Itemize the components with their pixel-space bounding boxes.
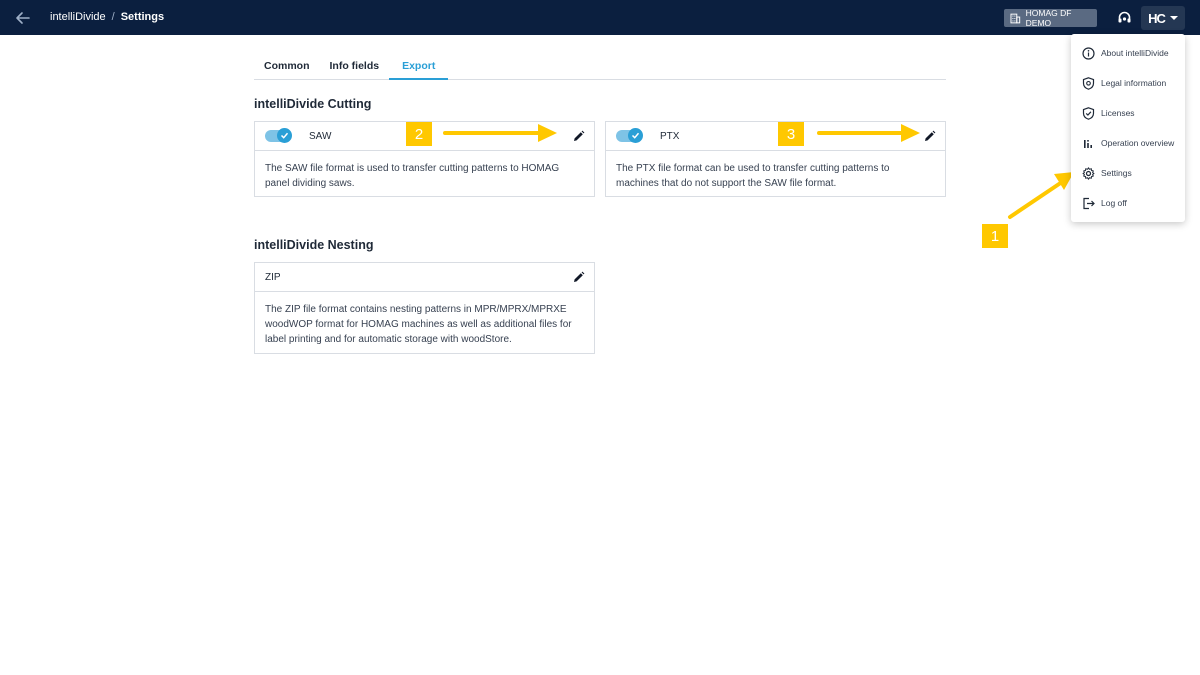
menu-item-label: Operation overview [1101,138,1175,148]
bar-chart-icon [1084,139,1092,148]
arrow-to-settings-menu [1008,172,1074,219]
menu-item-label: Settings [1101,168,1132,178]
arrow-to-saw-edit [443,124,557,142]
menu-item-log-off[interactable]: Log off [1071,188,1185,218]
menu-item-label: About intelliDivide [1101,48,1169,58]
menu-item-licenses[interactable]: Licenses [1071,98,1185,128]
menu-item-label: Legal information [1101,78,1167,88]
menu-item-label: Licenses [1101,108,1135,118]
annotation-arrows [443,124,1074,219]
menu-item-label: Log off [1101,198,1127,208]
arrow-to-ptx-edit [817,124,920,142]
menu-item-legal[interactable]: Legal information [1071,68,1185,98]
user-dropdown-menu: About intelliDivide Legal information Li… [1071,34,1185,222]
menu-item-about[interactable]: About intelliDivide [1071,38,1185,68]
gear-icon [1082,166,1095,180]
shield-gear-icon [1082,76,1095,90]
logout-icon [1083,197,1095,209]
menu-item-operation-overview[interactable]: Operation overview [1071,128,1185,158]
menu-item-settings[interactable]: Settings [1071,158,1185,188]
shield-check-icon [1082,106,1095,120]
info-icon [1082,46,1095,60]
